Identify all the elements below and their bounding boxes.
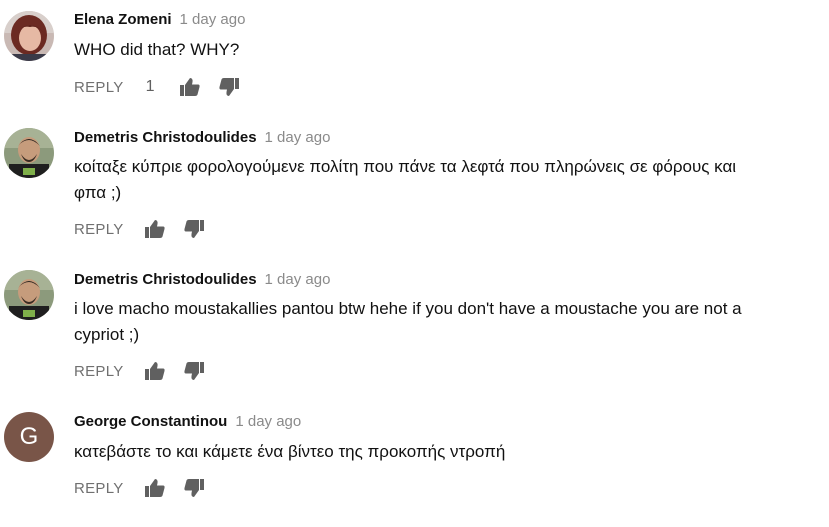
reply-button[interactable]: REPLY <box>74 221 124 238</box>
thumbs-down-icon[interactable] <box>183 477 205 499</box>
author-name[interactable]: Elena Zomeni <box>74 11 172 28</box>
timestamp[interactable]: 1 day ago <box>180 11 246 28</box>
comment-actions: REPLY 1 <box>74 75 240 99</box>
comment-text: κατεβάστε το και κάμετε ένα βίντεο της π… <box>74 442 506 461</box>
reply-button[interactable]: REPLY <box>74 79 124 96</box>
comment-text: WHO did that? WHY? <box>74 40 240 59</box>
author-name[interactable]: George Constantinou <box>74 413 227 430</box>
comment-text: κοίταξε κύπριε φορολογούμενε πολίτη που … <box>74 157 737 202</box>
author-name[interactable]: Demetris Christodoulides <box>74 271 257 288</box>
thumbs-up-icon[interactable] <box>179 76 201 98</box>
thumbs-up-icon[interactable] <box>144 360 166 382</box>
comment-actions: REPLY <box>74 217 205 241</box>
comment-header: Demetris Christodoulides 1 day ago <box>74 270 330 290</box>
thumbs-down-icon[interactable] <box>183 218 205 240</box>
thumbs-down-icon[interactable] <box>183 360 205 382</box>
timestamp[interactable]: 1 day ago <box>235 413 301 430</box>
thumbs-down-icon[interactable] <box>218 76 240 98</box>
reply-button[interactable]: REPLY <box>74 480 124 497</box>
like-count: 1 <box>145 78 155 95</box>
comment-header: Elena Zomeni 1 day ago <box>74 10 245 30</box>
thumbs-up-icon[interactable] <box>144 218 166 240</box>
comment-header: George Constantinou 1 day ago <box>74 412 301 432</box>
avatar[interactable] <box>4 270 54 320</box>
avatar[interactable] <box>4 11 54 61</box>
avatar[interactable]: G <box>4 412 54 462</box>
timestamp[interactable]: 1 day ago <box>265 129 331 146</box>
comment-actions: REPLY <box>74 359 205 383</box>
comment-text: i love macho moustakallies pantou btw he… <box>74 299 742 344</box>
timestamp[interactable]: 1 day ago <box>265 271 331 288</box>
reply-button[interactable]: REPLY <box>74 363 124 380</box>
comment-actions: REPLY <box>74 476 205 500</box>
comment-header: Demetris Christodoulides 1 day ago <box>74 128 330 148</box>
avatar[interactable] <box>4 128 54 178</box>
author-name[interactable]: Demetris Christodoulides <box>74 129 257 146</box>
thumbs-up-icon[interactable] <box>144 477 166 499</box>
